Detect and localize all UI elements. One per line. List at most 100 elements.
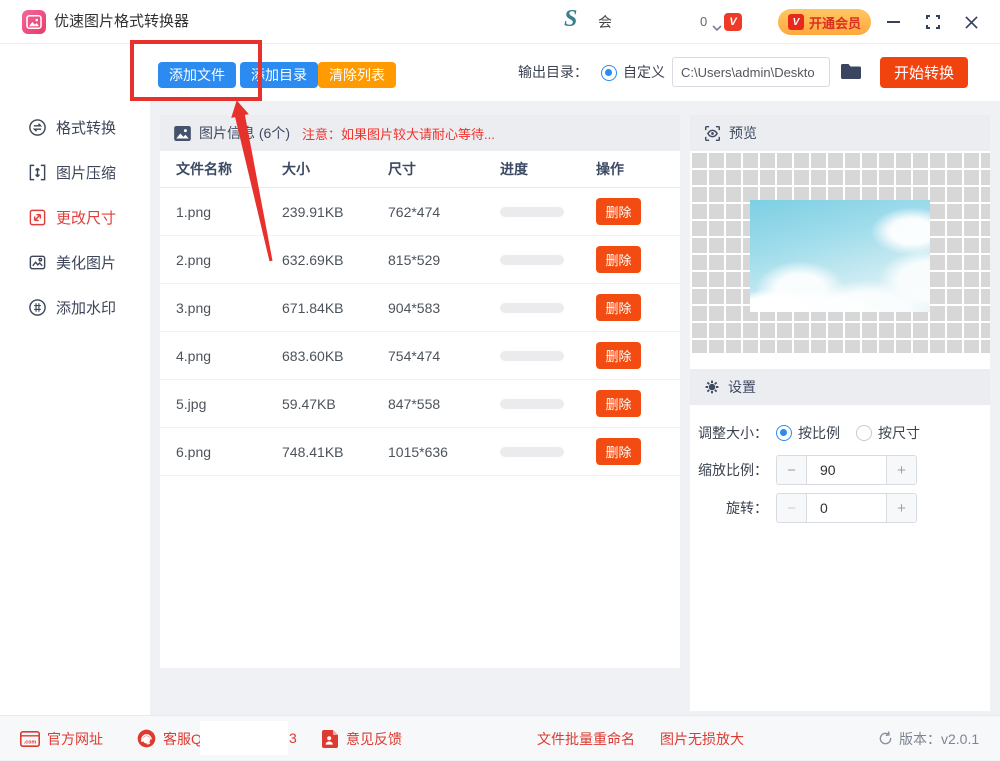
sidebar-item-label: 添加水印 [56, 297, 116, 318]
feedback-label: 意见反馈 [346, 729, 402, 749]
scale-decrease-button[interactable]: − [777, 456, 807, 484]
gear-icon [704, 379, 720, 395]
vip-badge-icon[interactable]: V [724, 13, 742, 31]
col-progress: 进度 [500, 159, 596, 179]
file-size: 683.60KB [282, 348, 388, 364]
col-filename: 文件名称 [176, 159, 282, 179]
maximize-icon [926, 15, 940, 29]
settings-body: 调整大小： 按比例 按尺寸 缩放比例： − 90 + 旋转： [690, 405, 990, 523]
app-title: 优速图片格式转换器 [54, 0, 189, 44]
sidebar-item-label: 美化图片 [56, 252, 116, 273]
sidebar-item-resize[interactable]: 更改尺寸 [0, 195, 150, 240]
table-row: 4.png 683.60KB 754*474 删除 [160, 332, 680, 380]
file-size: 632.69KB [282, 252, 388, 268]
output-path-input[interactable] [672, 57, 830, 87]
convert-icon [28, 118, 47, 137]
preview-image [750, 200, 930, 312]
scale-increase-button[interactable]: + [886, 456, 916, 484]
sidebar-item-label: 格式转换 [56, 117, 116, 138]
sidebar-item-label: 图片压缩 [56, 162, 116, 183]
file-list-panel: 图片信息 (6个) 注意：如果图片较大请耐心等待... 文件名称 大小 尺寸 进… [160, 115, 680, 668]
member-dropdown-value[interactable]: 0 [700, 0, 707, 44]
delete-button[interactable]: 删除 [596, 342, 641, 369]
sidebar-item-format-convert[interactable]: 格式转换 [0, 105, 150, 150]
file-dimensions: 815*529 [388, 252, 500, 268]
file-dimensions: 1015*636 [388, 444, 500, 460]
redaction-box [200, 721, 288, 755]
file-name: 4.png [176, 348, 282, 364]
scale-row: 缩放比例： − 90 + [690, 455, 990, 485]
table-header-row: 文件名称 大小 尺寸 进度 操作 [160, 151, 680, 188]
file-size: 239.91KB [282, 204, 388, 220]
batch-rename-link[interactable]: 文件批量重命名 [537, 716, 635, 761]
batch-rename-label: 文件批量重命名 [537, 729, 635, 749]
svg-text:.com: .com [24, 739, 37, 745]
preview-title: 预览 [729, 123, 757, 143]
official-site-link[interactable]: .com 官方网址 [20, 716, 103, 761]
progress-bar [500, 207, 564, 217]
delete-button[interactable]: 删除 [596, 198, 641, 225]
maximize-button[interactable] [918, 0, 948, 44]
start-convert-button[interactable]: 开始转换 [880, 57, 968, 88]
rotate-increase-button[interactable]: + [886, 494, 916, 522]
refresh-icon [878, 731, 893, 746]
by-size-radio[interactable] [856, 425, 872, 441]
scale-stepper: − 90 + [776, 455, 917, 485]
toolbar: 添加文件 添加目录 清除列表 输出目录： 自定义 开始转换 [0, 44, 1000, 101]
delete-button[interactable]: 删除 [596, 294, 641, 321]
app-window: 优速图片格式转换器 S 会 0 V V 开通会员 添加文件 添加目录 清除列表 … [0, 0, 1000, 760]
rotate-value[interactable]: 0 [807, 494, 886, 522]
customer-service-link[interactable]: 客服Q [137, 716, 202, 761]
col-size: 大小 [282, 159, 388, 179]
official-site-label: 官方网址 [47, 729, 103, 749]
version-info: 版本：v2.0.1 [878, 716, 979, 761]
preview-eye-icon [704, 125, 721, 142]
resize-mode-row: 调整大小： 按比例 按尺寸 [690, 423, 990, 443]
speed-logo-icon: S [564, 6, 577, 33]
version-label: 版本：v2.0.1 [899, 729, 979, 749]
close-button[interactable] [956, 0, 986, 44]
delete-button[interactable]: 删除 [596, 390, 641, 417]
file-name: 3.png [176, 300, 282, 316]
delete-button[interactable]: 删除 [596, 246, 641, 273]
file-size: 59.47KB [282, 396, 388, 412]
qq-number-partial: 3 [289, 716, 297, 761]
custom-output-radio[interactable] [601, 65, 617, 81]
member-label: 会 [598, 0, 612, 44]
sidebar-item-beautify[interactable]: 美化图片 [0, 240, 150, 285]
close-icon [965, 16, 978, 29]
by-size-label[interactable]: 按尺寸 [878, 423, 920, 443]
by-ratio-radio[interactable] [776, 425, 792, 441]
lossless-enlarge-link[interactable]: 图片无损放大 [660, 716, 744, 761]
sidebar-item-compress[interactable]: 图片压缩 [0, 150, 150, 195]
custom-output-label[interactable]: 自定义 [623, 44, 665, 101]
browse-folder-icon[interactable] [840, 63, 862, 83]
compress-icon [28, 163, 47, 182]
scale-label: 缩放比例： [690, 460, 768, 480]
open-membership-label: 开通会员 [809, 13, 861, 32]
output-dir-label: 输出目录： [518, 44, 588, 101]
clear-list-button[interactable]: 清除列表 [318, 62, 396, 88]
sidebar-item-watermark[interactable]: 添加水印 [0, 285, 150, 330]
chevron-down-icon[interactable] [712, 19, 722, 35]
add-folder-button[interactable]: 添加目录 [240, 62, 318, 88]
feedback-link[interactable]: 意见反馈 [322, 716, 402, 761]
minimize-button[interactable] [878, 0, 908, 44]
file-list-title: 图片信息 (6个) [199, 123, 290, 143]
progress-bar [500, 447, 564, 457]
table-row: 3.png 671.84KB 904*583 删除 [160, 284, 680, 332]
progress-bar [500, 399, 564, 409]
rotate-decrease-button[interactable]: − [777, 494, 807, 522]
rotate-label: 旋转： [690, 498, 768, 518]
image-info-icon [174, 126, 191, 141]
open-membership-button[interactable]: V 开通会员 [778, 9, 871, 35]
beautify-icon [28, 253, 47, 272]
file-size: 671.84KB [282, 300, 388, 316]
rotate-row: 旋转： − 0 + [690, 493, 990, 523]
by-ratio-label[interactable]: 按比例 [798, 423, 840, 443]
feedback-doc-icon [322, 730, 338, 748]
footer: .com 官方网址 客服Q 3 意见反馈 文件批量重命名 图片无损放大 版本：v… [0, 715, 1000, 760]
scale-value[interactable]: 90 [807, 456, 886, 484]
delete-button[interactable]: 删除 [596, 438, 641, 465]
add-files-button[interactable]: 添加文件 [158, 62, 236, 88]
